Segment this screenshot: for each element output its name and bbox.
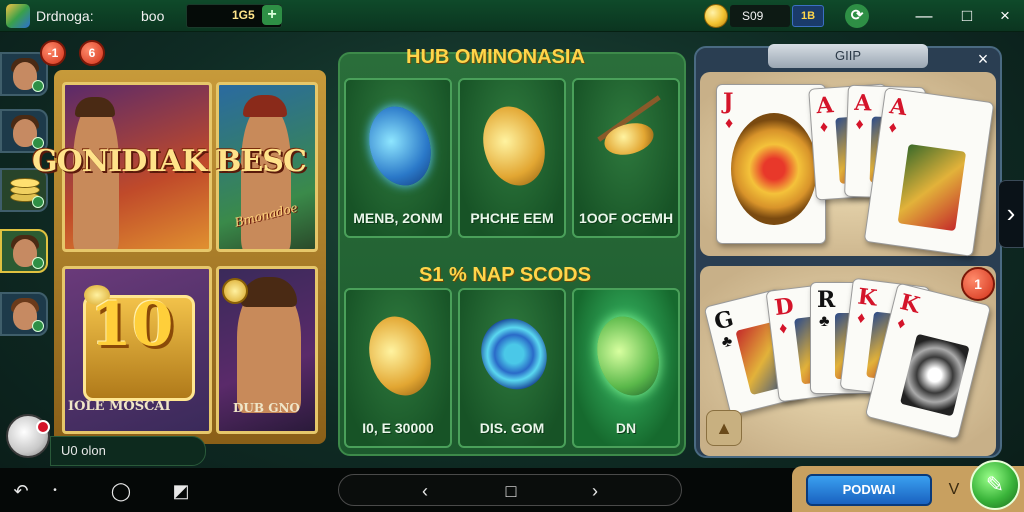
card-rank: K	[856, 283, 879, 312]
section-title-1: HUB OMINONASIA	[406, 46, 585, 68]
coins-value: S09	[742, 9, 764, 23]
chevron-left-icon[interactable]: ‹	[412, 478, 438, 504]
card-suit: ♦	[855, 115, 865, 134]
game-card-label: MENB, 2ONM	[353, 210, 443, 226]
app-title: Drdnoga:	[36, 8, 94, 24]
coin-icon	[222, 278, 248, 304]
notification-badge-1[interactable]: -1	[40, 40, 66, 66]
sidebar-avatar-5[interactable]	[0, 292, 48, 336]
close-panel-button[interactable]: ×	[972, 48, 994, 70]
balance-value: 1G5	[232, 8, 255, 22]
game-card-4[interactable]: I0, E 30000	[344, 288, 452, 448]
back-icon[interactable]: ↶	[8, 478, 34, 504]
game-card-label: DIS. GOM	[479, 420, 545, 436]
featured-tile-4-caption: DUB GNO	[233, 401, 300, 415]
alert-dot	[36, 420, 50, 434]
chat-icon[interactable]: ◯	[108, 478, 134, 504]
game-card-2[interactable]: PHCHE EEM	[458, 78, 566, 238]
screenshot-icon[interactable]: ◩	[168, 478, 194, 504]
app-logo-icon	[6, 4, 30, 28]
home-square-icon[interactable]: □	[498, 478, 524, 504]
status-text: U0 olon	[61, 443, 106, 458]
close-window-button[interactable]: ×	[994, 5, 1016, 27]
game-card-5[interactable]: DIS. GOM	[458, 288, 566, 448]
card-rank: R	[817, 287, 836, 313]
card-rank: G	[711, 305, 737, 336]
chevron-right-icon[interactable]: ›	[582, 478, 608, 504]
edit-icon[interactable]: ✎	[970, 460, 1020, 510]
card-suit: ♦	[895, 314, 908, 334]
card-table-badge[interactable]: 1	[961, 267, 995, 301]
notification-badge-2[interactable]: 6	[79, 40, 105, 66]
home-icon[interactable]: ▲	[706, 410, 742, 446]
game-card-1[interactable]: MENB, 2ONM	[344, 78, 452, 238]
next-panel-arrow[interactable]: ›	[998, 180, 1024, 248]
refresh-icon[interactable]: ⟳	[845, 4, 869, 28]
add-balance-button[interactable]: +	[262, 5, 282, 25]
featured-games-panel	[54, 70, 326, 444]
sidebar-avatar-4[interactable]	[0, 229, 48, 273]
playing-card[interactable]: A ♦	[863, 87, 995, 257]
fish-icon	[355, 97, 445, 195]
card-rank: A	[815, 92, 835, 120]
game-card-label: PHCHE EEM	[470, 210, 554, 226]
game-card-label: I0, E 30000	[362, 420, 434, 436]
card-suit: ♦	[725, 115, 734, 132]
game-card-label: DN	[615, 420, 637, 436]
featured-logo-text: GONIDIAK BESC	[32, 144, 307, 179]
dot-icon: •	[53, 485, 57, 496]
play-button[interactable]: PODWAI	[806, 474, 932, 506]
card-art	[899, 333, 970, 417]
card-art	[897, 143, 967, 232]
card-rank: D	[773, 292, 796, 322]
card-rank: A	[888, 93, 909, 122]
card-emblem	[731, 113, 817, 225]
game-card-6[interactable]: DN	[572, 288, 680, 448]
fish-icon	[469, 97, 559, 195]
maximize-button[interactable]: □	[956, 5, 978, 27]
section-title-2: S1 % NAP SCODS	[419, 264, 591, 286]
minimize-button[interactable]: —	[913, 5, 935, 27]
card-suit: ♦	[819, 118, 829, 137]
featured-tile-3-caption: IOLE MOSCAI	[68, 399, 171, 414]
fish-icon	[601, 119, 657, 159]
card-suit: ♦	[856, 309, 867, 328]
card-rank: A	[853, 89, 872, 117]
card-rank: J	[723, 89, 734, 115]
balance-label: boo	[141, 8, 165, 24]
card-game-tab[interactable]: GIIP	[768, 44, 928, 68]
card-suit: ♣	[719, 332, 735, 352]
card-suit: ♦	[778, 319, 789, 338]
featured-big-number: 10	[90, 290, 174, 360]
coins-badge[interactable]: 1B	[792, 5, 824, 27]
game-card-3[interactable]: 1OOF OCEMH	[572, 78, 680, 238]
fish-icon	[583, 307, 673, 405]
chevron-down-icon[interactable]: V	[942, 476, 966, 504]
coin-icon	[704, 4, 728, 28]
card-suit: ♣	[819, 313, 830, 330]
fish-icon	[355, 307, 445, 405]
card-suit: ♦	[887, 119, 899, 138]
game-card-label: 1OOF OCEMH	[578, 210, 674, 226]
swirl-fish-icon	[469, 307, 559, 401]
